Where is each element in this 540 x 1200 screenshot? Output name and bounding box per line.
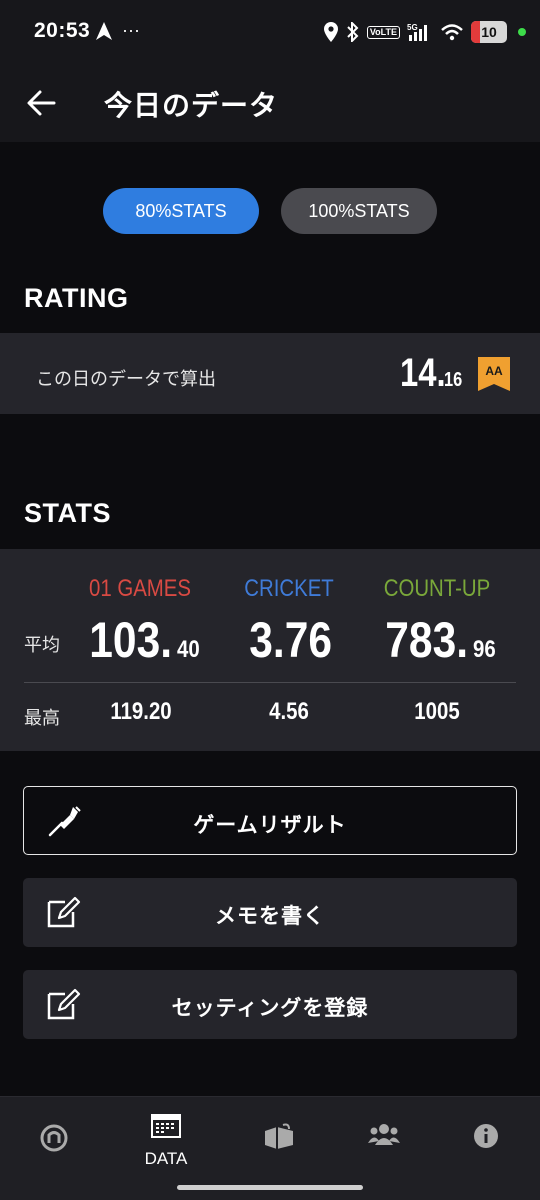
back-arrow-icon[interactable] (24, 86, 58, 120)
location-icon (323, 22, 338, 42)
navigation-arrow-icon (96, 21, 112, 40)
battery-icon: 10 (471, 21, 507, 43)
tab-80-stats[interactable]: 80%STATS (103, 188, 259, 234)
write-memo-label: メモを書く (215, 905, 325, 928)
stat-avg-cricket-int: 3.76 (249, 612, 333, 668)
status-right-icons: VoLTE 5G 10 (323, 18, 526, 46)
stats-section-title: STATS (24, 498, 111, 528)
register-setting-button[interactable]: セッティングを登録 (23, 970, 517, 1039)
stats-table: 01 GAMES CRICKET COUNT-UP 平均 103. 40 3.7… (0, 549, 540, 751)
stat-head-01-games: 01 GAMES (88, 575, 192, 602)
nav-item-home[interactable] (0, 1097, 108, 1200)
stat-head-cricket: CRICKET (244, 575, 334, 602)
dartboard-icon (40, 1124, 68, 1152)
stat-avg-01-games-dec: 40 (177, 636, 201, 663)
svg-text:5G: 5G (407, 23, 418, 32)
rank-badge-icon: AA (478, 357, 510, 391)
status-bar: 20:53 ··· VoLTE 5G 10 (0, 0, 540, 64)
signal-5g-icon: 5G (407, 23, 427, 41)
stat-avg-count-up-dec: 96 (473, 636, 497, 663)
stat-avg-01-games-int: 103. (89, 612, 173, 668)
rating-section-title: RATING (24, 283, 129, 313)
stat-avg-count-up: 783. 96 (348, 611, 528, 669)
battery-level: 10 (481, 24, 497, 40)
write-memo-button[interactable]: メモを書く (23, 878, 517, 947)
stat-max-01-games: 119.20 (110, 698, 172, 725)
rating-value-dec: 16 (443, 369, 462, 391)
bluetooth-icon (347, 22, 359, 42)
nav-item-info[interactable] (432, 1097, 540, 1200)
stat-max-cricket: 4.56 (269, 698, 309, 725)
game-result-button[interactable]: ゲームリザルト (23, 786, 517, 855)
more-notifications-icon: ··· (122, 20, 140, 40)
app-header: 今日のデータ (0, 64, 540, 142)
calendar-data-icon (151, 1114, 181, 1138)
nav-label-data: DATA (144, 1149, 188, 1168)
wifi-icon (441, 24, 463, 41)
group-people-icon (368, 1124, 400, 1145)
stats-divider (24, 682, 516, 683)
home-indicator[interactable] (177, 1185, 363, 1190)
rating-value-int: 14. (400, 351, 446, 395)
info-icon (474, 1124, 498, 1148)
status-left-icons: ··· (96, 20, 140, 41)
status-time: 20:53 (34, 19, 91, 42)
privacy-indicator-dot (518, 28, 526, 36)
stat-head-count-up: COUNT-UP (383, 575, 491, 602)
gift-icon (265, 1123, 293, 1149)
game-result-label: ゲームリザルト (193, 814, 347, 837)
volte-icon: VoLTE (366, 25, 400, 39)
stat-max-count-up: 1005 (414, 698, 460, 725)
page-title: 今日のデータ (104, 90, 279, 121)
stat-row-max-label: 最高 (24, 708, 60, 728)
rating-value: 14. 16 (390, 351, 466, 396)
tab-100-stats[interactable]: 100%STATS (281, 188, 437, 234)
rating-row-label: この日のデータで算出 (36, 369, 216, 389)
stat-avg-count-up-int: 783. (385, 612, 469, 668)
rating-row: この日のデータで算出 14. 16 (0, 333, 540, 414)
rank-badge-label: AA (485, 364, 503, 378)
register-setting-label: セッティングを登録 (171, 997, 369, 1020)
